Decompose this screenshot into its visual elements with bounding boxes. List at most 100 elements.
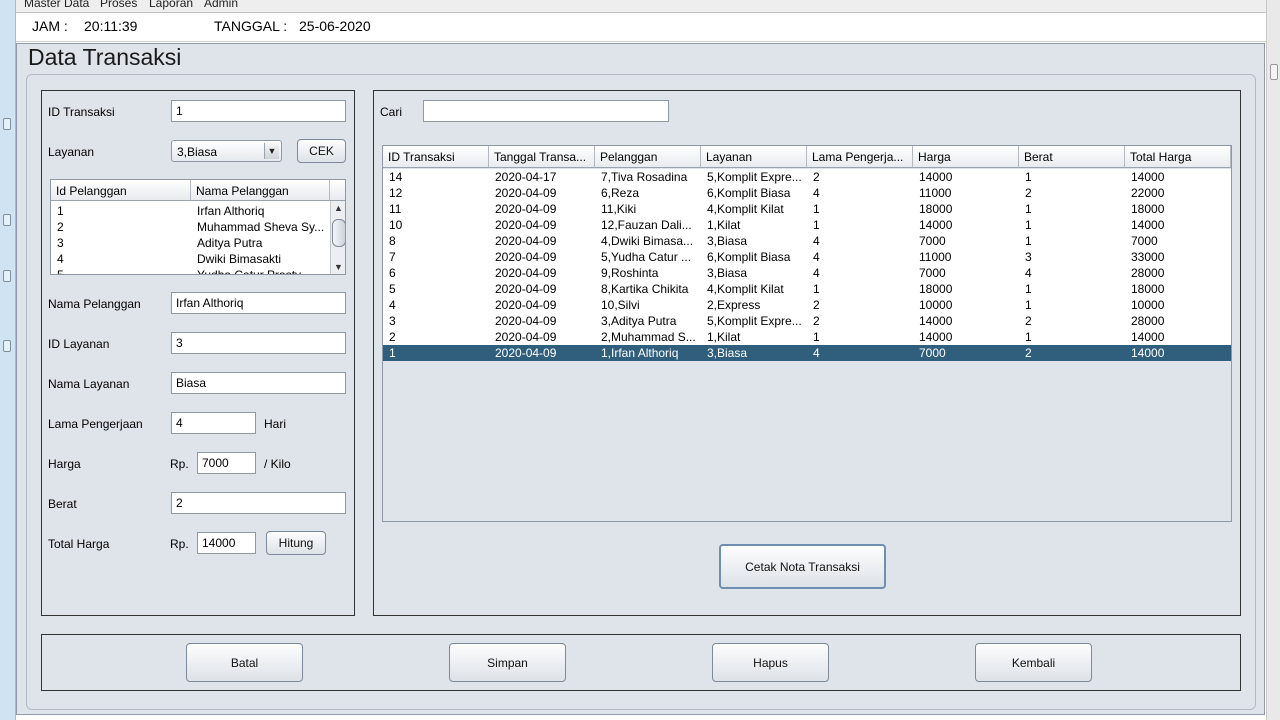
- customer-id-cell[interactable]: 4: [57, 251, 187, 267]
- table-row[interactable]: 1 2020-04-09 1,Irfan Althoriq 3,Biasa 4 7000 2…: [383, 345, 1231, 361]
- column-header-lama[interactable]: Lama Pengerja...: [807, 146, 913, 168]
- kembali-button[interactable]: Kembali: [975, 643, 1092, 682]
- menu-bar: Master Data Proses Laporan Admin: [16, 0, 1266, 13]
- customer-id-cell[interactable]: 1: [57, 203, 187, 219]
- customer-name-cell[interactable]: Yudha Catur Prasty...: [197, 267, 325, 274]
- customer-id-cell[interactable]: 2: [57, 219, 187, 235]
- cell-berat: 1: [1025, 170, 1032, 184]
- scroll-thumb[interactable]: [1270, 64, 1278, 80]
- cell-lama: 4: [813, 266, 820, 280]
- cell-pelanggan: 5,Yudha Catur ...: [601, 250, 692, 264]
- customer-table-scrollbar[interactable]: ▲ ▼: [330, 201, 345, 274]
- customer-id-cell[interactable]: 3: [57, 235, 187, 251]
- customer-name-cell[interactable]: Aditya Putra: [197, 235, 325, 251]
- customer-name-cell[interactable]: Irfan Althoriq: [197, 203, 325, 219]
- table-row[interactable]: 2 2020-04-09 2,Muhammad S... 1,Kilat 1 14000 1…: [383, 329, 1231, 345]
- table-row[interactable]: 7 2020-04-09 5,Yudha Catur ... 6,Komplit Bi…: [383, 249, 1231, 265]
- customer-table[interactable]: Id Pelanggan Nama Pelanggan 1 Irfan Altho…: [50, 179, 346, 275]
- cell-tanggal: 2020-04-09: [495, 330, 557, 344]
- berat-input[interactable]: [171, 492, 346, 514]
- column-header-tanggal[interactable]: Tanggal Transa...: [489, 146, 595, 168]
- cell-total-harga: 14000: [1131, 170, 1165, 184]
- cell-harga: 14000: [919, 218, 953, 232]
- id-transaksi-input[interactable]: [171, 100, 346, 122]
- nama-pelanggan-input[interactable]: [171, 292, 346, 314]
- column-header-total-harga[interactable]: Total Harga: [1125, 146, 1231, 168]
- lama-pengerjaan-input[interactable]: [171, 412, 256, 434]
- harga-input[interactable]: [197, 452, 256, 474]
- total-harga-label: Total Harga: [48, 537, 110, 551]
- cell-id-transaksi: 2: [389, 330, 396, 344]
- cell-pelanggan: 10,Silvi: [601, 298, 640, 312]
- customer-name-cell[interactable]: Muhammad Sheva Sy...: [197, 219, 325, 235]
- column-header-berat[interactable]: Berat: [1019, 146, 1125, 168]
- table-row[interactable]: 6 2020-04-09 9,Roshinta 3,Biasa 4 7000 4 28000: [383, 265, 1231, 281]
- chevron-down-icon[interactable]: ▼: [264, 143, 279, 159]
- menu-admin[interactable]: Admin: [204, 0, 238, 10]
- hapus-button[interactable]: Hapus: [712, 643, 829, 682]
- desktop-icon: [3, 270, 11, 282]
- cell-berat: 3: [1025, 250, 1032, 264]
- total-harga-input[interactable]: [197, 532, 256, 554]
- menu-proses[interactable]: Proses: [100, 0, 137, 10]
- harga-prefix: Rp.: [170, 457, 189, 471]
- table-row[interactable]: 3 2020-04-09 3,Aditya Putra 5,Komplit Expre…: [383, 313, 1231, 329]
- column-header-nama-pelanggan[interactable]: Nama Pelanggan: [191, 180, 330, 201]
- table-row[interactable]: 5 2020-04-09 8,Kartika Chikita 4,Komplit Ki…: [383, 281, 1231, 297]
- cell-harga: 10000: [919, 298, 953, 312]
- table-row[interactable]: 8 2020-04-09 4,Dwiki Bimasa... 3,Biasa 4 7000…: [383, 233, 1231, 249]
- id-layanan-label: ID Layanan: [48, 337, 110, 351]
- cell-tanggal: 2020-04-09: [495, 234, 557, 248]
- cek-button[interactable]: CEK: [297, 139, 346, 163]
- nama-layanan-input[interactable]: [171, 372, 346, 394]
- id-layanan-input[interactable]: [171, 332, 346, 354]
- cell-total-harga: 33000: [1131, 250, 1165, 264]
- desktop-icon: [3, 118, 11, 130]
- cell-harga: 7000: [919, 234, 946, 248]
- table-row[interactable]: 11 2020-04-09 11,Kiki 4,Komplit Kilat 1 18000…: [383, 201, 1231, 217]
- cell-id-transaksi: 10: [389, 218, 403, 232]
- cell-harga: 14000: [919, 330, 953, 344]
- cetak-nota-button[interactable]: Cetak Nota Transaksi: [719, 544, 886, 589]
- table-row[interactable]: 12 2020-04-09 6,Reza 6,Komplit Biasa 4 11000 2…: [383, 185, 1231, 201]
- desktop-icon: [3, 214, 11, 226]
- cell-pelanggan: 9,Roshinta: [601, 266, 659, 280]
- cell-id-transaksi: 4: [389, 298, 396, 312]
- cell-berat: 1: [1025, 282, 1032, 296]
- cell-lama: 4: [813, 186, 820, 200]
- cell-berat: 1: [1025, 330, 1032, 344]
- cell-id-transaksi: 14: [389, 170, 403, 184]
- lama-pengerjaan-label: Lama Pengerjaan: [48, 417, 143, 431]
- arrow-up-icon[interactable]: ▲: [331, 201, 345, 215]
- table-row[interactable]: 14 2020-04-17 7,Tiva Rosadina 5,Komplit Exp…: [383, 169, 1231, 185]
- column-header-pelanggan[interactable]: Pelanggan: [595, 146, 701, 168]
- batal-button[interactable]: Batal: [186, 643, 303, 682]
- transactions-table[interactable]: ID Transaksi Tanggal Transa... Pelanggan La…: [382, 145, 1232, 522]
- cell-lama: 1: [813, 218, 820, 232]
- hitung-button[interactable]: Hitung: [266, 531, 326, 555]
- tanggal-value: 25-06-2020: [299, 18, 371, 34]
- simpan-button[interactable]: Simpan: [449, 643, 566, 682]
- tanggal-label: TANGGAL :: [214, 18, 288, 34]
- menu-laporan[interactable]: Laporan: [149, 0, 193, 10]
- customer-name-cell[interactable]: Dwiki Bimasakti: [197, 251, 325, 267]
- cell-tanggal: 2020-04-17: [495, 170, 557, 184]
- table-row[interactable]: 4 2020-04-09 10,Silvi 2,Express 2 10000 1 10000: [383, 297, 1231, 313]
- column-header-id-pelanggan[interactable]: Id Pelanggan: [51, 180, 191, 201]
- cell-total-harga: 28000: [1131, 266, 1165, 280]
- column-header-layanan[interactable]: Layanan: [701, 146, 807, 168]
- menu-master-data[interactable]: Master Data: [24, 0, 89, 10]
- cell-total-harga: 14000: [1131, 330, 1165, 344]
- search-input[interactable]: [423, 100, 669, 122]
- layanan-combo[interactable]: 3,Biasa ▼: [171, 140, 282, 162]
- window-scrollbar[interactable]: [1266, 0, 1280, 720]
- customer-id-cell[interactable]: 5: [57, 267, 187, 274]
- table-row[interactable]: 10 2020-04-09 12,Fauzan Dali... 1,Kilat 1 140…: [383, 217, 1231, 233]
- jam-label: JAM :: [32, 18, 68, 34]
- cell-berat: 1: [1025, 234, 1032, 248]
- column-header-harga[interactable]: Harga: [913, 146, 1019, 168]
- cell-berat: 2: [1025, 346, 1032, 360]
- arrow-down-icon[interactable]: ▼: [331, 260, 345, 274]
- column-header-id-transaksi[interactable]: ID Transaksi: [383, 146, 489, 168]
- scroll-thumb[interactable]: [332, 219, 345, 247]
